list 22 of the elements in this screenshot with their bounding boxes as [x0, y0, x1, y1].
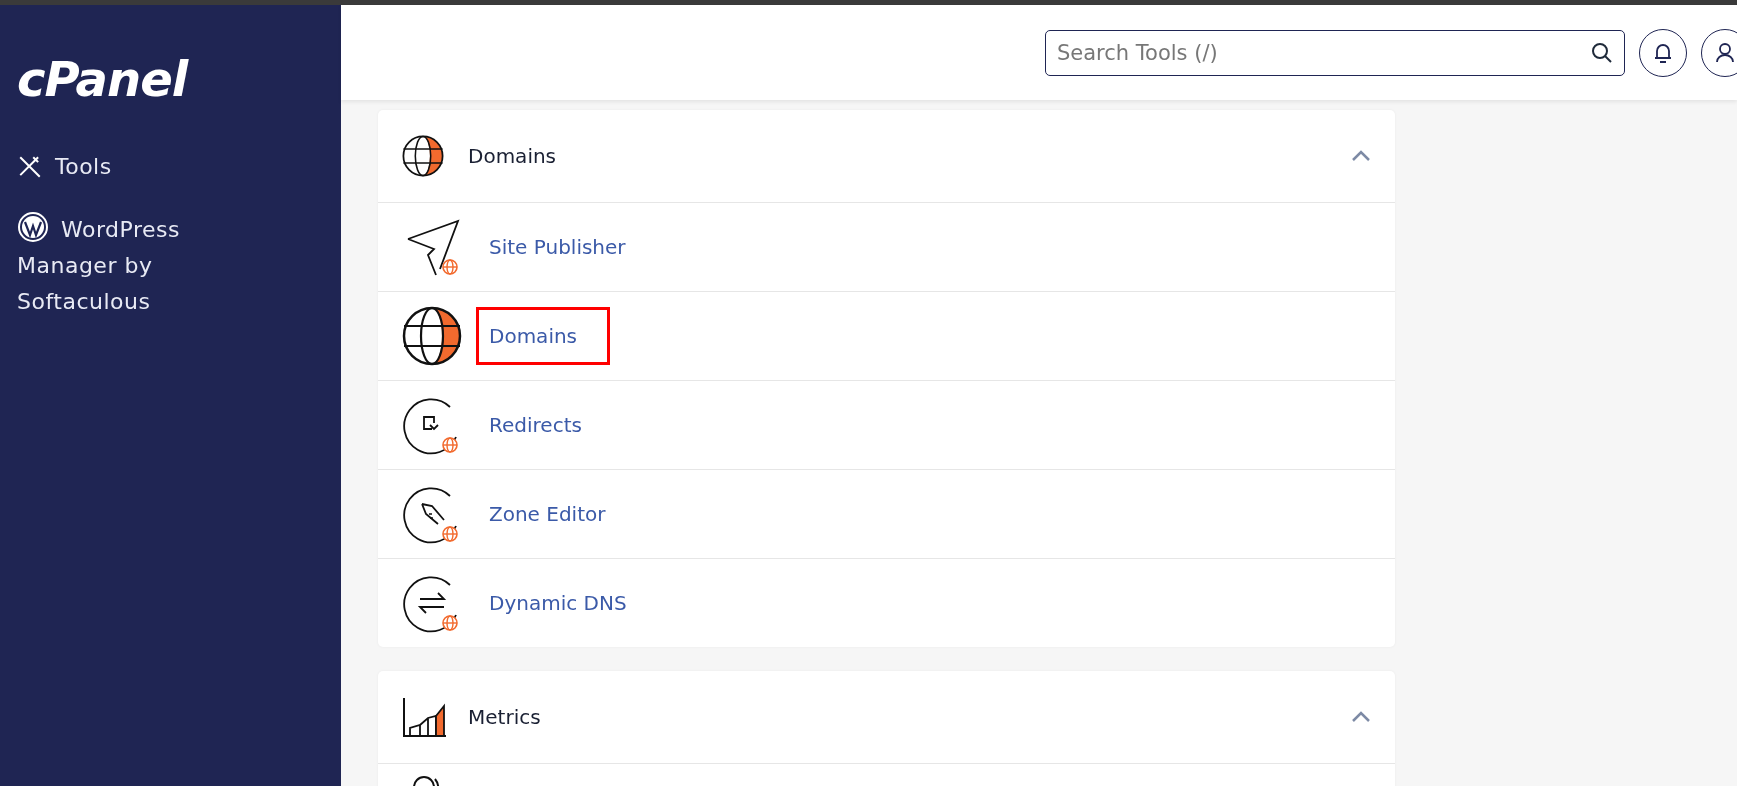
- user-button[interactable]: [1701, 28, 1737, 77]
- tool-link[interactable]: Redirects: [476, 396, 615, 454]
- user-icon: [1715, 41, 1735, 64]
- search-icon: [1591, 41, 1613, 64]
- tool-link[interactable]: Site Publisher: [476, 218, 659, 276]
- globe-icon: [402, 306, 462, 366]
- cpanel-logo[interactable]: cPanel: [17, 51, 188, 107]
- bar-chart-icon: [402, 696, 446, 738]
- tool-link[interactable]: Domains: [476, 307, 611, 365]
- section-title: Metrics: [468, 705, 542, 729]
- sidebar-link[interactable]: Tools: [17, 149, 207, 185]
- section-header[interactable]: Domains: [378, 110, 1395, 203]
- search-field[interactable]: Search Tools (/): [1045, 29, 1625, 76]
- globe-icon: [402, 135, 446, 177]
- section-title: Domains: [468, 144, 558, 168]
- tool-link[interactable]: Zone Editor: [476, 485, 639, 543]
- sidebar-link[interactable]: WordPress Manager by Softaculous: [17, 211, 207, 320]
- tools-icon: [17, 154, 43, 180]
- wordpress-icon: [17, 211, 49, 243]
- bell-icon: [1653, 41, 1673, 64]
- tool-link[interactable]: Dynamic DNS: [476, 574, 660, 632]
- notifications-button[interactable]: [1639, 28, 1687, 77]
